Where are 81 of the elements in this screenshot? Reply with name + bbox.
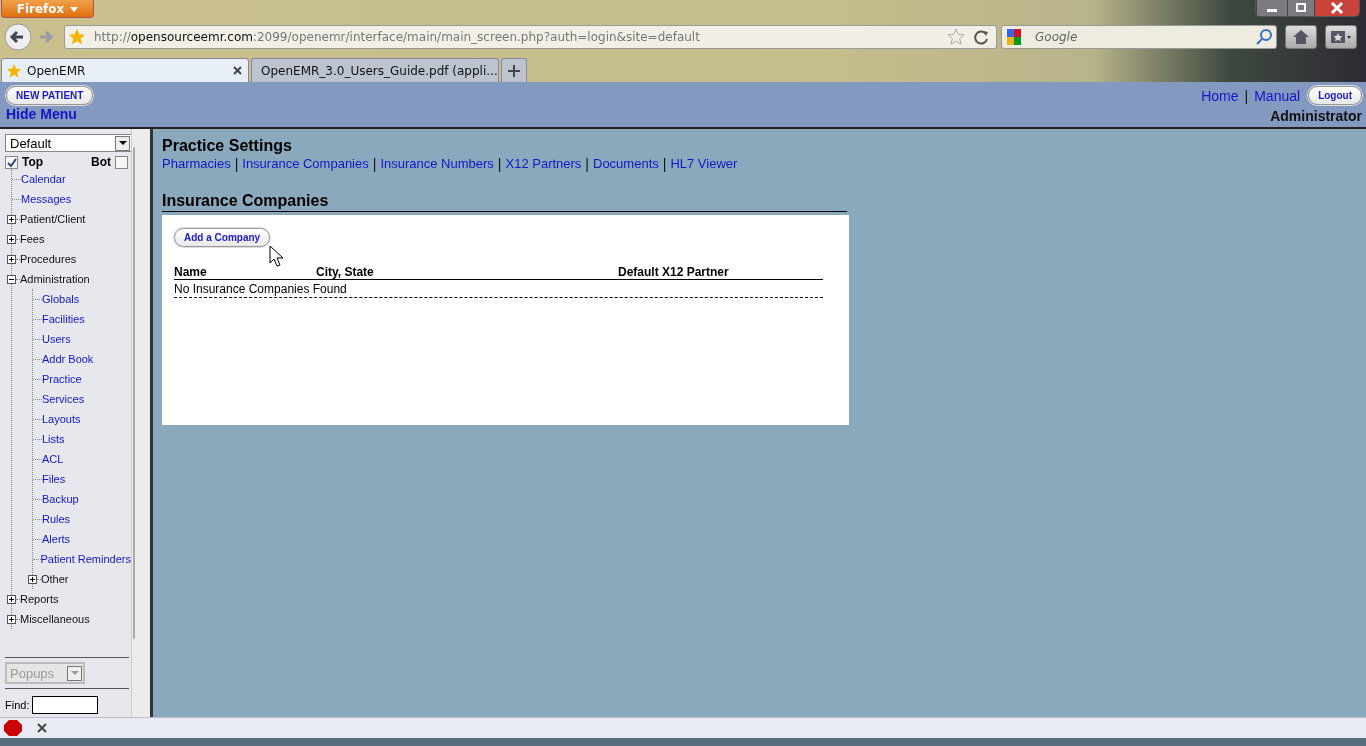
close-icon[interactable]	[1314, 0, 1359, 16]
new-patient-button[interactable]: NEW PATIENT	[6, 86, 94, 105]
search-icon[interactable]	[1255, 28, 1273, 46]
separator: |	[585, 156, 589, 172]
expand-icon[interactable]	[7, 594, 16, 604]
separator: |	[497, 156, 502, 172]
settings-link[interactable]: Insurance Numbers	[380, 156, 494, 172]
section-title: Insurance Companies	[162, 192, 847, 212]
find-label: Find:	[5, 699, 30, 711]
page-title: Practice Settings	[162, 137, 293, 155]
logout-button[interactable]: Logout	[1308, 86, 1362, 105]
column-header: City, State	[316, 265, 375, 279]
menu-link[interactable]: Layouts	[42, 413, 81, 425]
menu-link[interactable]: Calendar	[21, 173, 66, 185]
menu-folder[interactable]: Other	[41, 573, 69, 585]
address-field[interactable]: http://opensourceemr.com:2099/openemr/interface/main/main_screen.php?auth=login&site=default	[64, 25, 997, 49]
menu-folder[interactable]: Fees	[20, 233, 45, 245]
column-header: Name	[174, 265, 208, 279]
new-tab-icon[interactable]	[501, 58, 527, 82]
menu-link[interactable]: Facilities	[42, 313, 85, 325]
menu-link[interactable]: Globals	[42, 293, 80, 305]
separator: |	[1244, 87, 1249, 104]
menu-link[interactable]: Lists	[42, 433, 65, 445]
bot-checkbox[interactable]	[115, 155, 128, 169]
restore-icon[interactable]	[1287, 0, 1314, 16]
menu-link[interactable]: Backup	[42, 493, 79, 505]
search-field[interactable]: Google	[1001, 25, 1277, 49]
menu-link[interactable]: ACL	[42, 453, 64, 465]
select-value: Default	[10, 135, 52, 151]
collapse-icon[interactable]	[7, 274, 16, 284]
close-icon[interactable]	[233, 66, 242, 75]
browser-tab[interactable]: OpenEMR_3.0_Users_Guide.pdf (appli...	[251, 58, 499, 82]
layout-select[interactable]: Default	[5, 134, 131, 152]
menu-link[interactable]: Addr Book	[42, 353, 94, 365]
user-name: Administrator	[1270, 108, 1362, 124]
caret-icon	[70, 6, 79, 12]
header-link[interactable]: Manual	[1254, 87, 1301, 104]
menu-link[interactable]: Practice	[42, 373, 82, 385]
home-icon[interactable]	[1285, 25, 1317, 49]
menu-link[interactable]: Messages	[21, 193, 72, 205]
menu-folder[interactable]: Miscellaneous	[20, 613, 90, 625]
separator: |	[662, 156, 667, 172]
settings-link[interactable]: Pharmacies	[162, 156, 231, 172]
browser-tab[interactable]: OpenEMR	[1, 58, 249, 82]
expand-icon[interactable]	[7, 234, 16, 244]
settings-link[interactable]: X12 Partners	[505, 156, 582, 172]
bookmark-star-icon[interactable]	[947, 28, 967, 46]
menu-folder[interactable]: Administration	[20, 273, 90, 285]
settings-link[interactable]: Insurance Companies	[242, 156, 369, 172]
separator: |	[234, 156, 239, 172]
menu-link[interactable]: Users	[42, 333, 71, 345]
settings-link[interactable]: HL7 Viewer	[670, 156, 738, 172]
menu-link[interactable]: Alerts	[42, 533, 71, 545]
bot-label: Bot	[91, 155, 111, 169]
top-checkbox[interactable]	[5, 155, 18, 169]
find-field[interactable]	[32, 696, 99, 714]
settings-link[interactable]: Documents	[593, 156, 659, 172]
hide-menu-link[interactable]: Hide Menu	[6, 106, 77, 122]
expand-icon[interactable]	[28, 574, 37, 584]
menu-link[interactable]: Patient Reminders	[40, 553, 131, 565]
bookmarks-icon[interactable]	[1325, 25, 1357, 49]
separator: |	[372, 156, 377, 172]
empty-message: No Insurance Companies Found	[174, 280, 823, 298]
column-header: Default X12 Partner	[618, 265, 729, 279]
expand-icon[interactable]	[7, 214, 16, 224]
star-icon	[68, 28, 86, 46]
star-icon	[6, 62, 22, 79]
expand-icon[interactable]	[7, 614, 16, 624]
menu-folder[interactable]: Patient/Client	[20, 213, 86, 225]
close-icon[interactable]	[37, 723, 47, 733]
minimize-icon[interactable]	[1256, 0, 1287, 16]
header-link[interactable]: Home	[1201, 87, 1239, 104]
top-label: Top	[22, 155, 44, 169]
add-company-button[interactable]: Add a Company	[174, 228, 271, 247]
menu-link[interactable]: Rules	[42, 513, 71, 525]
menu-folder[interactable]: Procedures	[20, 253, 77, 265]
menu-folder[interactable]: Reports	[20, 593, 59, 605]
mouse-cursor-icon	[269, 245, 283, 267]
menu-link[interactable]: Services	[42, 393, 85, 405]
menu-link[interactable]: Files	[42, 473, 66, 485]
expand-icon[interactable]	[7, 254, 16, 264]
